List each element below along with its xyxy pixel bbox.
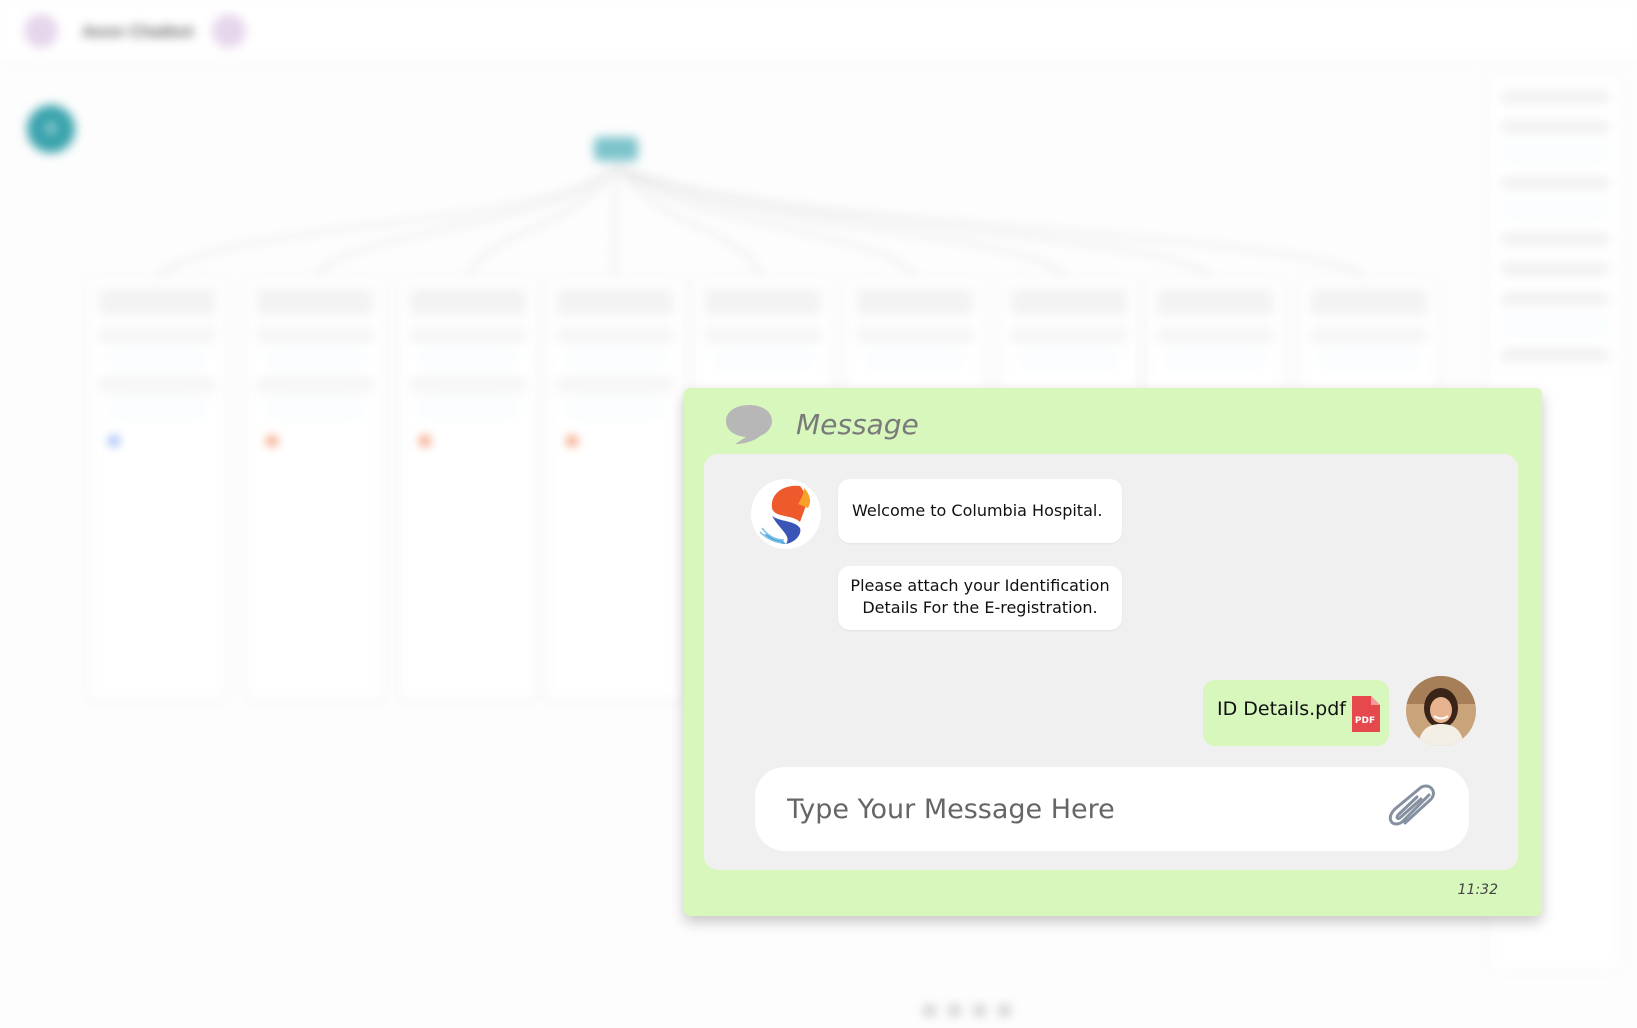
chat-bubble-icon — [726, 405, 772, 444]
bot-message: Welcome to Columbia Hospital. — [838, 479, 1122, 543]
chat-header: Message — [684, 388, 1542, 454]
flow-node-card[interactable] — [88, 277, 226, 701]
bot-message-line: Details For the E-registration. — [862, 598, 1098, 617]
message-timestamp: 11:32 — [1457, 882, 1498, 898]
user-avatar — [1406, 676, 1476, 746]
chat-window: Message Welcome to Columbia Hospital. Pl… — [684, 388, 1542, 916]
flow-node-card[interactable] — [399, 277, 537, 701]
hospital-logo — [751, 479, 821, 549]
attachment-file-name[interactable]: ID Details.pdf — [1217, 698, 1346, 720]
flow-node-card[interactable] — [546, 277, 684, 701]
pdf-file-icon: PDF — [1352, 696, 1380, 732]
bot-message-text: Welcome to Columbia Hospital. — [852, 501, 1103, 520]
canvas-controls[interactable] — [924, 1003, 1024, 1019]
flow-node-card[interactable] — [246, 277, 384, 701]
bot-message-line: Please attach your Identification — [850, 576, 1110, 595]
bot-message: Please attach your Identification Detail… — [838, 566, 1122, 630]
user-photo — [1406, 676, 1476, 746]
chat-body: Welcome to Columbia Hospital. Please att… — [704, 454, 1518, 870]
pdf-badge: PDF — [1355, 716, 1375, 726]
user-attachment-message[interactable]: ID Details.pdf PDF — [1203, 680, 1389, 746]
chat-title: Message — [796, 408, 919, 441]
paperclip-icon[interactable] — [1383, 783, 1439, 835]
message-input[interactable] — [787, 787, 1367, 831]
message-input-box — [755, 767, 1469, 851]
